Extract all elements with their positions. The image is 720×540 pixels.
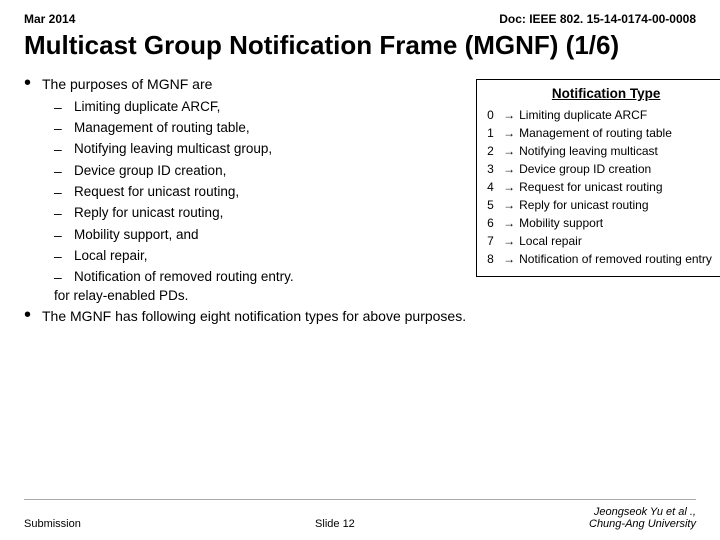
notif-label-3: Device group ID creation [519,160,651,178]
sub-bullet-6-text: Mobility support, and [74,225,199,245]
notif-label-5: Reply for unicast routing [519,196,648,214]
notif-num-3: 3 [487,160,503,178]
arrow-3: → [503,160,519,178]
notif-num-6: 6 [487,214,503,232]
footer: Submission Slide 12 Jeongseok Yu et al .… [24,499,696,530]
slide-content: • The purposes of MGNF are – Limiting du… [24,75,696,499]
footer-slide-number: Slide 12 [315,518,355,530]
sub-bullet-2-text: Notifying leaving multicast group, [74,139,272,159]
header-right: Doc: IEEE 802. 15-14-0174-00-0008 [499,12,696,26]
sub-bullet-1-text: Management of routing table, [74,118,250,138]
arrow-8: → [503,250,519,268]
notif-label-4: Request for unicast routing [519,178,662,196]
bullet-dot-2: • [24,305,42,325]
sub-bullet-7: – Local repair, [54,246,466,266]
bullet2-text: The MGNF has following eight notificatio… [42,307,466,327]
sub-bullet-8-text: Notification of removed routing entry. [74,267,294,287]
sub-bullet-2: – Notifying leaving multicast group, [54,139,466,159]
sub-bullet-1: – Management of routing table, [54,118,466,138]
notif-num-8: 8 [487,250,503,268]
notif-item-2: 2 → Notifying leaving multicast [487,142,720,160]
dash-7: – [54,246,74,266]
arrow-1: → [503,124,519,142]
bullet2-main: • The MGNF has following eight notificat… [24,307,466,327]
header: Mar 2014 Doc: IEEE 802. 15-14-0174-00-00… [24,12,696,26]
notif-num-2: 2 [487,142,503,160]
notif-item-0: 0 → Limiting duplicate ARCF [487,106,720,124]
notif-item-3: 3 → Device group ID creation [487,160,720,178]
notif-label-7: Local repair [519,232,582,250]
notif-label-1: Management of routing table [519,124,672,142]
sub-bullet-8: – Notification of removed routing entry. [54,267,466,287]
dash-2: – [54,139,74,159]
notif-num-7: 7 [487,232,503,250]
dash-4: – [54,182,74,202]
notif-num-5: 5 [487,196,503,214]
sub-bullet-7-text: Local repair, [74,246,148,266]
sub-bullet-4-text: Request for unicast routing, [74,182,239,202]
notif-num-4: 4 [487,178,503,196]
dash-0: – [54,97,74,117]
sub-bullet-5: – Reply for unicast routing, [54,203,466,223]
bullet1-text: The purposes of MGNF are [42,75,212,95]
notif-num-1: 1 [487,124,503,142]
dash-8: – [54,267,74,287]
bullet1-main: • The purposes of MGNF are [24,75,466,95]
footer-author-line1: Jeongseok Yu et al ., [594,506,696,518]
notification-box: Notification Type 0 → Limiting duplicate… [476,79,720,277]
bullet-dot-1: • [24,73,42,93]
notif-item-1: 1 → Management of routing table [487,124,720,142]
notif-num-0: 0 [487,106,503,124]
left-column: • The purposes of MGNF are – Limiting du… [24,75,466,327]
notif-item-5: 5 → Reply for unicast routing [487,196,720,214]
sub-bullet-5-text: Reply for unicast routing, [74,203,223,223]
notif-item-6: 6 → Mobility support [487,214,720,232]
slide: Mar 2014 Doc: IEEE 802. 15-14-0174-00-00… [0,0,720,540]
arrow-6: → [503,214,519,232]
footer-author: Jeongseok Yu et al ., Chung-Ang Universi… [589,506,696,530]
extra-line: for relay-enabled PDs. [54,288,466,303]
dash-3: – [54,161,74,181]
dash-6: – [54,225,74,245]
main-content-row: • The purposes of MGNF are – Limiting du… [24,75,696,327]
footer-author-line2: Chung-Ang University [589,518,696,530]
arrow-2: → [503,142,519,160]
dash-1: – [54,118,74,138]
notif-label-6: Mobility support [519,214,603,232]
notif-label-2: Notifying leaving multicast [519,142,658,160]
sub-bullet-4: – Request for unicast routing, [54,182,466,202]
dash-5: – [54,203,74,223]
sub-bullet-6: – Mobility support, and [54,225,466,245]
notif-label-8: Notification of removed routing entry [519,250,712,268]
notif-item-8: 8 → Notification of removed routing entr… [487,250,720,268]
arrow-0: → [503,106,519,124]
header-left: Mar 2014 [24,12,75,26]
notif-item-4: 4 → Request for unicast routing [487,178,720,196]
sub-bullet-0: – Limiting duplicate ARCF, [54,97,466,117]
notif-label-0: Limiting duplicate ARCF [519,106,647,124]
sub-bullets: – Limiting duplicate ARCF, – Management … [54,97,466,288]
arrow-5: → [503,196,519,214]
sub-bullet-0-text: Limiting duplicate ARCF, [74,97,220,117]
sub-bullet-3: – Device group ID creation, [54,161,466,181]
notification-title: Notification Type [487,86,720,101]
sub-bullet-3-text: Device group ID creation, [74,161,226,181]
arrow-4: → [503,178,519,196]
notif-item-7: 7 → Local repair [487,232,720,250]
footer-submission: Submission [24,518,81,530]
arrow-7: → [503,232,519,250]
right-column: Notification Type 0 → Limiting duplicate… [476,79,720,277]
slide-title: Multicast Group Notification Frame (MGNF… [24,30,696,61]
